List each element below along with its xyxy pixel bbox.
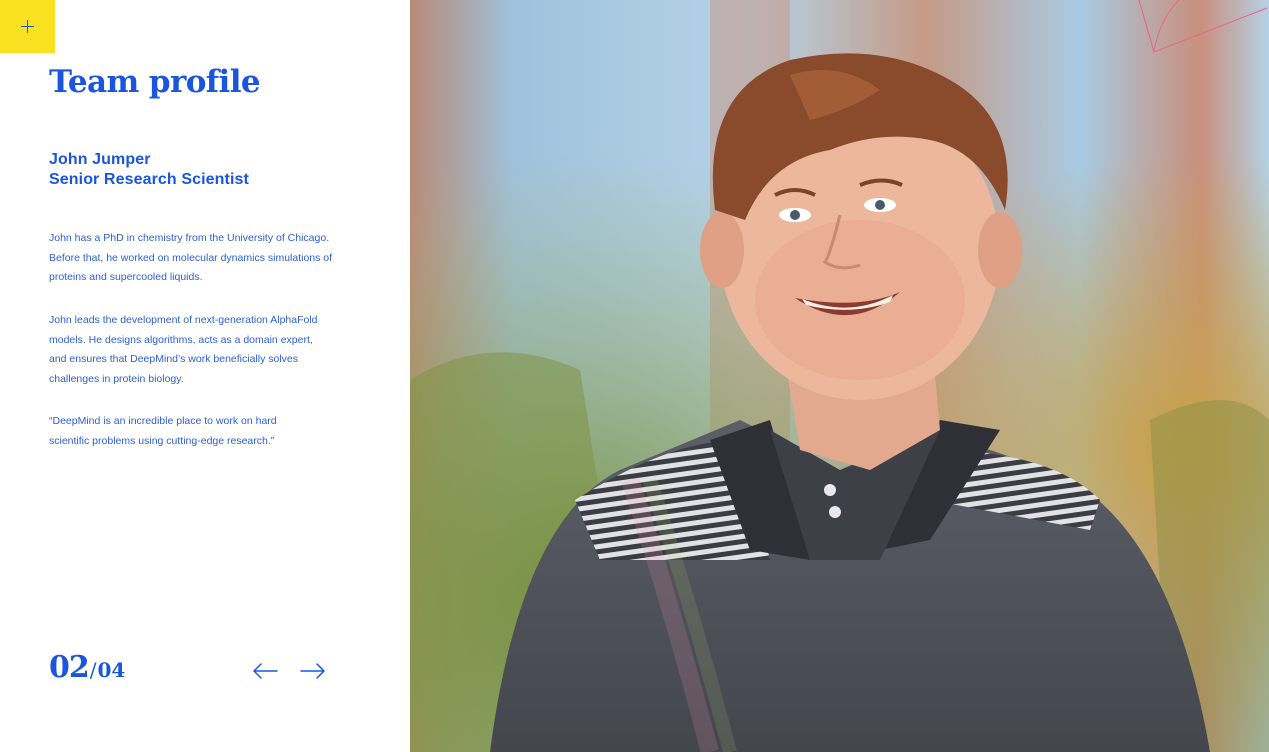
arrow-right-icon [300,663,325,679]
profile-panel: Team profile John Jumper Senior Research… [0,0,410,752]
pagination-counter: 02/04 [49,650,125,685]
bio-quote: “DeepMind is an incredible place to work… [49,415,277,447]
bio-paragraph-education: John has a PhD in chemistry from the Uni… [49,232,333,283]
total-pages: 04 [97,658,126,682]
person-role: Senior Research Scientist [49,171,249,188]
person-name: John Jumper [49,151,151,168]
previous-profile-button[interactable] [250,659,280,683]
profile-photo [410,0,1269,752]
bio-paragraph-work: John leads the development of next-gener… [49,314,318,385]
arrow-left-icon [253,663,278,679]
corner-decoration [1138,0,1268,53]
current-page: 02 [49,650,90,685]
page-title: Team profile [49,64,261,100]
profile-photo-illustration [410,0,1269,752]
next-profile-button[interactable] [298,659,328,683]
page-separator: / [89,658,97,682]
